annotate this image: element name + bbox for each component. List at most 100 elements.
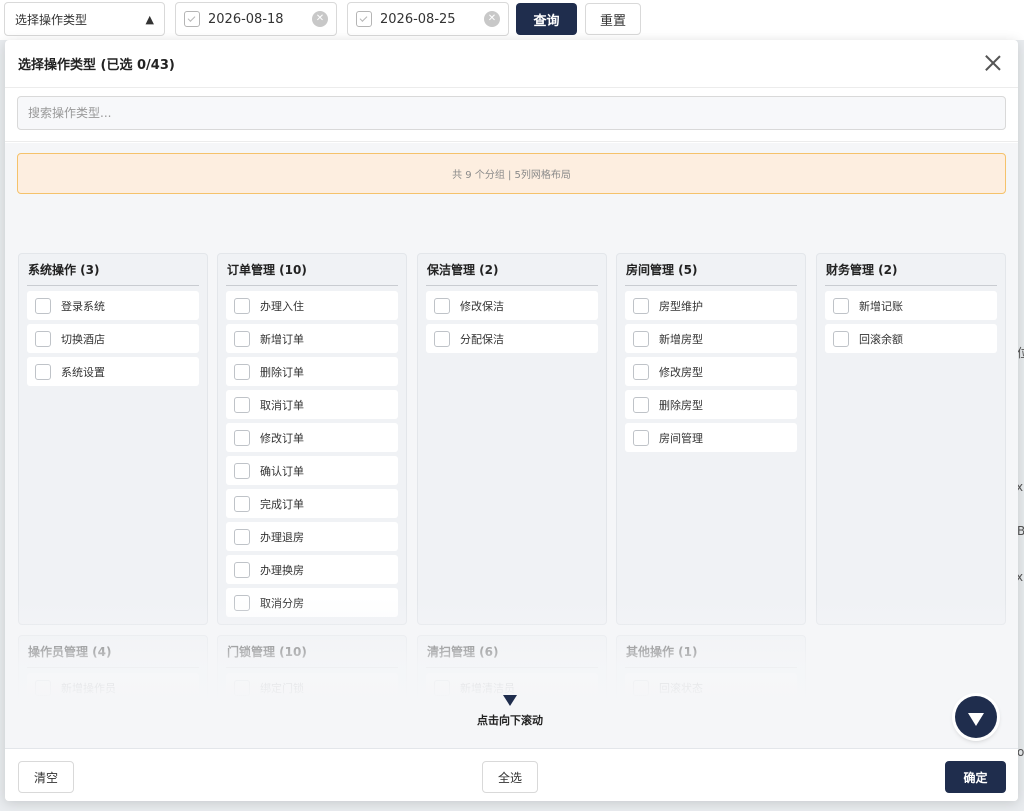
checkbox[interactable]: [234, 429, 250, 446]
option-group: 保洁管理 (2) 修改保洁 分配保洁: [417, 253, 607, 625]
option-group: 其他操作 (1) 回滚状态: [616, 635, 806, 748]
option-label: 房间管理: [659, 431, 703, 445]
option-checkbox-item[interactable]: 取消订单: [226, 390, 398, 419]
checkbox[interactable]: [234, 528, 250, 545]
checkbox[interactable]: [234, 396, 250, 413]
checkbox[interactable]: [234, 495, 250, 512]
option-label: 确认订单: [260, 464, 304, 478]
operation-type-select[interactable]: 选择操作类型 ▲: [4, 2, 165, 36]
option-label: 登录系统: [61, 299, 105, 313]
checkbox[interactable]: [633, 297, 649, 314]
checkbox[interactable]: [633, 429, 649, 446]
option-checkbox-item[interactable]: 修改保洁: [426, 291, 598, 320]
start-date-value: 2026-08-18: [208, 11, 284, 27]
option-label: 办理退房: [260, 530, 304, 544]
clear-end-date-icon[interactable]: ✕: [484, 11, 500, 27]
checkbox[interactable]: [234, 561, 250, 578]
triangle-down-icon: [503, 695, 517, 706]
checkbox[interactable]: [633, 363, 649, 380]
option-checkbox-item[interactable]: 删除房型: [625, 390, 797, 419]
option-checkbox-item[interactable]: 解绑门锁: [226, 706, 398, 735]
reset-button[interactable]: 重置: [585, 3, 641, 35]
option-label: 回滚余额: [859, 332, 903, 346]
checkbox[interactable]: [633, 330, 649, 347]
option-group: 清扫管理 (6)新增清洁员清洁员区域优先级设置修改清洁员删除清洁员: [417, 635, 607, 748]
checkbox[interactable]: [234, 462, 250, 479]
option-checkbox-item[interactable]: 切换酒店: [27, 324, 199, 353]
modal-header: 选择操作类型 (已选 0/43): [5, 40, 1018, 88]
checkbox[interactable]: [434, 679, 450, 696]
option-checkbox-item[interactable]: 分配保洁: [426, 324, 598, 353]
option-checkbox-item[interactable]: 回滚余额: [825, 324, 997, 353]
option-checkbox-item[interactable]: 完成订单: [226, 489, 398, 518]
option-checkbox-item[interactable]: 修改订单: [226, 423, 398, 452]
option-checkbox-item[interactable]: 房间管理: [625, 423, 797, 452]
option-checkbox-item[interactable]: 修改清洁员: [426, 739, 598, 748]
start-date-field[interactable]: 2026-08-18 ✕: [175, 2, 337, 36]
option-checkbox-item[interactable]: 回滚状态: [625, 673, 797, 702]
group-title: 订单管理 (10): [226, 254, 398, 286]
checkbox[interactable]: [35, 363, 51, 380]
option-label: 完成订单: [260, 497, 304, 511]
option-label: 系统设置: [61, 365, 105, 379]
option-checkbox-item[interactable]: 新增记账: [825, 291, 997, 320]
option-checkbox-item[interactable]: 新增订单: [226, 324, 398, 353]
checkbox[interactable]: [434, 297, 450, 314]
checkbox[interactable]: [35, 297, 51, 314]
search-input[interactable]: [17, 96, 1006, 130]
checkbox[interactable]: [35, 679, 51, 696]
checkbox[interactable]: [234, 363, 250, 380]
query-button[interactable]: 查询: [516, 3, 577, 35]
option-checkbox-item[interactable]: 修改操作员: [27, 706, 199, 735]
option-checkbox-item[interactable]: 登录系统: [27, 291, 199, 320]
option-checkbox-item[interactable]: 新增房型: [625, 324, 797, 353]
clear-button[interactable]: 清空: [18, 761, 74, 793]
option-checkbox-item[interactable]: 确认订单: [226, 456, 398, 485]
option-checkbox-item[interactable]: 办理入住: [226, 291, 398, 320]
confirm-button[interactable]: 确定: [945, 761, 1006, 793]
checkbox[interactable]: [633, 396, 649, 413]
scroll-down-hint[interactable]: 点击向下滚动: [455, 695, 565, 728]
option-label: 修改房型: [659, 365, 703, 379]
option-checkbox-item[interactable]: 办理退房: [226, 522, 398, 551]
checkbox[interactable]: [234, 679, 250, 696]
checkbox[interactable]: [234, 712, 250, 729]
filter-bar: 选择操作类型 ▲ 2026-08-18 ✕ 2026-08-25 ✕ 查询 重置: [0, 0, 1024, 40]
caret-up-icon: ▲: [145, 12, 154, 26]
checkbox[interactable]: [234, 594, 250, 611]
option-checkbox-item[interactable]: 取消分房: [226, 588, 398, 617]
checkbox[interactable]: [35, 712, 51, 729]
option-checkbox-item[interactable]: 删除操作员: [27, 739, 199, 748]
modal-title: 选择操作类型 (已选 0/43): [18, 58, 175, 73]
option-checkbox-item[interactable]: 房型维护: [625, 291, 797, 320]
info-banner: 共 9 个分组 | 5列网格布局: [17, 153, 1006, 194]
checkbox[interactable]: [833, 330, 849, 347]
option-label: 新增记账: [859, 299, 903, 313]
checkbox[interactable]: [633, 679, 649, 696]
group-title: 其他操作 (1): [625, 636, 797, 668]
checkbox[interactable]: [234, 330, 250, 347]
end-date-field[interactable]: 2026-08-25 ✕: [347, 2, 509, 36]
option-checkbox-item[interactable]: 系统设置: [27, 357, 199, 386]
scroll-down-button[interactable]: [955, 696, 997, 738]
option-label: 回滚状态: [659, 681, 703, 695]
select-all-button[interactable]: 全选: [482, 761, 538, 793]
option-checkbox-item[interactable]: 修改房型: [625, 357, 797, 386]
checkbox[interactable]: [434, 330, 450, 347]
close-icon[interactable]: [984, 54, 1002, 72]
option-checkbox-item[interactable]: 办理换房: [226, 555, 398, 584]
group-grid-area[interactable]: 共 9 个分组 | 5列网格布局 系统操作 (3) 登录系统 切换酒店 系统设置 订单管…: [5, 143, 1018, 748]
checkbox[interactable]: [833, 297, 849, 314]
checkbox[interactable]: [434, 712, 450, 729]
option-checkbox-item[interactable]: 绑定门锁: [226, 673, 398, 702]
checkbox[interactable]: [35, 330, 51, 347]
operation-type-modal: 选择操作类型 (已选 0/43) 共 9 个分组 | 5列网格布局 系统操作 (…: [5, 40, 1018, 801]
end-date-value: 2026-08-25: [380, 11, 456, 27]
option-checkbox-item[interactable]: 新增门锁密码: [226, 739, 398, 748]
group-title: 财务管理 (2): [825, 254, 997, 286]
option-checkbox-item[interactable]: 新增操作员: [27, 673, 199, 702]
clear-start-date-icon[interactable]: ✕: [312, 11, 328, 27]
option-checkbox-item[interactable]: 删除订单: [226, 357, 398, 386]
checkbox[interactable]: [234, 297, 250, 314]
option-group: 操作员管理 (4)新增操作员修改操作员删除操作员操作员授权: [18, 635, 208, 748]
